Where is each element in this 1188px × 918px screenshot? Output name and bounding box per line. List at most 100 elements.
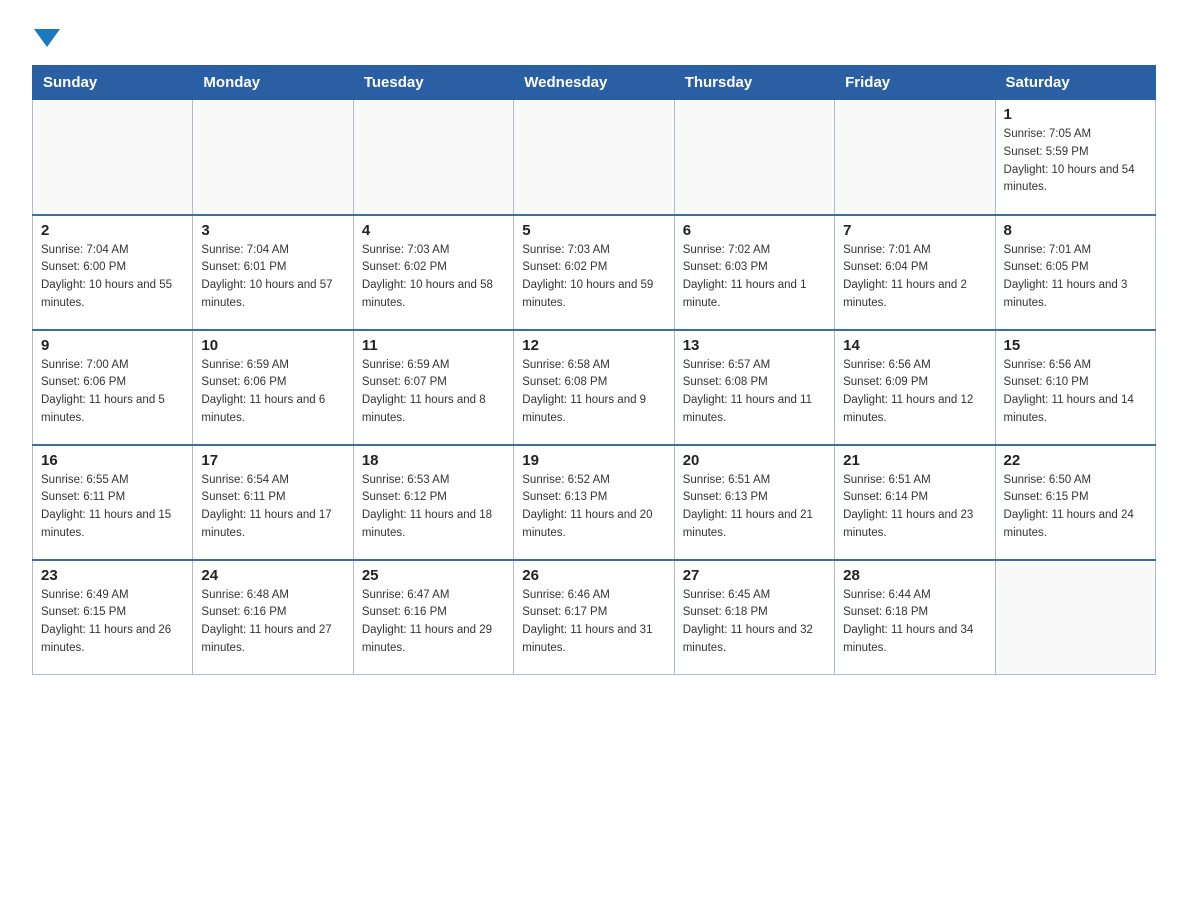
day-number: 27	[683, 567, 826, 584]
week-row-5: 23 Sunrise: 6:49 AMSunset: 6:15 PMDayligh…	[33, 560, 1156, 675]
calendar-cell: 25Sunrise: 6:47 AMSunset: 6:16 PMDayligh…	[353, 560, 513, 675]
day-info: Sunrise: 7:04 AMSunset: 6:00 PMDaylight:…	[41, 242, 184, 313]
day-number: 5	[522, 222, 665, 239]
day-number: 25	[362, 567, 505, 584]
day-number: 9	[41, 337, 184, 354]
calendar-cell: 17 Sunrise: 6:54 AMSunset: 6:11 PMDayligh…	[193, 445, 353, 560]
calendar-cell	[514, 100, 674, 215]
day-number: 4	[362, 222, 505, 239]
day-number: 3	[201, 222, 344, 239]
calendar-cell: 5 Sunrise: 7:03 AMSunset: 6:02 PMDaylight…	[514, 215, 674, 330]
day-info: Sunrise: 7:05 AMSunset: 5:59 PMDaylight:…	[1004, 126, 1147, 197]
calendar-cell: 21 Sunrise: 6:51 AMSunset: 6:14 PMDayligh…	[835, 445, 995, 560]
day-number: 2	[41, 222, 184, 239]
day-number: 7	[843, 222, 986, 239]
calendar-cell: 20Sunrise: 6:51 AMSunset: 6:13 PMDayligh…	[674, 445, 834, 560]
calendar-cell: 26 Sunrise: 6:46 AMSunset: 6:17 PMDayligh…	[514, 560, 674, 675]
calendar-cell: 8 Sunrise: 7:01 AMSunset: 6:05 PMDaylight…	[995, 215, 1155, 330]
day-info: Sunrise: 7:02 AMSunset: 6:03 PMDaylight:…	[683, 242, 826, 313]
calendar-table: SundayMondayTuesdayWednesdayThursdayFrid…	[32, 65, 1156, 675]
week-row-2: 2 Sunrise: 7:04 AMSunset: 6:00 PMDaylight…	[33, 215, 1156, 330]
calendar-cell: 14 Sunrise: 6:56 AMSunset: 6:09 PMDayligh…	[835, 330, 995, 445]
day-number: 20	[683, 452, 826, 469]
day-info: Sunrise: 6:59 AMSunset: 6:07 PMDaylight:…	[362, 357, 505, 428]
calendar-cell: 7 Sunrise: 7:01 AMSunset: 6:04 PMDaylight…	[835, 215, 995, 330]
weekday-header-sunday: Sunday	[33, 66, 193, 100]
calendar-cell	[193, 100, 353, 215]
day-number: 18	[362, 452, 505, 469]
day-info: Sunrise: 7:01 AMSunset: 6:05 PMDaylight:…	[1004, 242, 1147, 313]
day-number: 26	[522, 567, 665, 584]
day-info: Sunrise: 6:48 AMSunset: 6:16 PMDaylight:…	[201, 587, 344, 658]
day-number: 21	[843, 452, 986, 469]
day-info: Sunrise: 6:59 AMSunset: 6:06 PMDaylight:…	[201, 357, 344, 428]
week-row-1: 1 Sunrise: 7:05 AMSunset: 5:59 PMDaylight…	[33, 100, 1156, 215]
day-info: Sunrise: 6:55 AMSunset: 6:11 PMDaylight:…	[41, 472, 184, 543]
calendar-cell	[995, 560, 1155, 675]
day-info: Sunrise: 7:03 AMSunset: 6:02 PMDaylight:…	[522, 242, 665, 313]
calendar-cell: 4 Sunrise: 7:03 AMSunset: 6:02 PMDaylight…	[353, 215, 513, 330]
day-number: 14	[843, 337, 986, 354]
weekday-header-wednesday: Wednesday	[514, 66, 674, 100]
weekday-header-thursday: Thursday	[674, 66, 834, 100]
day-info: Sunrise: 6:56 AMSunset: 6:10 PMDaylight:…	[1004, 357, 1147, 428]
day-number: 19	[522, 452, 665, 469]
logo-arrow-icon	[34, 29, 60, 47]
day-number: 17	[201, 452, 344, 469]
weekday-header-friday: Friday	[835, 66, 995, 100]
weekday-header-monday: Monday	[193, 66, 353, 100]
day-info: Sunrise: 6:58 AMSunset: 6:08 PMDaylight:…	[522, 357, 665, 428]
day-info: Sunrise: 6:53 AMSunset: 6:12 PMDaylight:…	[362, 472, 505, 543]
calendar-cell: 23 Sunrise: 6:49 AMSunset: 6:15 PMDayligh…	[33, 560, 193, 675]
logo	[32, 24, 60, 47]
day-info: Sunrise: 6:56 AMSunset: 6:09 PMDaylight:…	[843, 357, 986, 428]
calendar-cell: 9 Sunrise: 7:00 AMSunset: 6:06 PMDaylight…	[33, 330, 193, 445]
calendar-cell: 13Sunrise: 6:57 AMSunset: 6:08 PMDayligh…	[674, 330, 834, 445]
day-number: 16	[41, 452, 184, 469]
day-info: Sunrise: 6:45 AMSunset: 6:18 PMDaylight:…	[683, 587, 826, 658]
weekday-header-saturday: Saturday	[995, 66, 1155, 100]
weekday-header-row: SundayMondayTuesdayWednesdayThursdayFrid…	[33, 66, 1156, 100]
day-number: 28	[843, 567, 986, 584]
day-number: 6	[683, 222, 826, 239]
day-number: 13	[683, 337, 826, 354]
day-number: 10	[201, 337, 344, 354]
calendar-cell: 24 Sunrise: 6:48 AMSunset: 6:16 PMDayligh…	[193, 560, 353, 675]
calendar-cell: 18 Sunrise: 6:53 AMSunset: 6:12 PMDayligh…	[353, 445, 513, 560]
day-info: Sunrise: 7:01 AMSunset: 6:04 PMDaylight:…	[843, 242, 986, 313]
day-info: Sunrise: 6:49 AMSunset: 6:15 PMDaylight:…	[41, 587, 184, 658]
day-number: 23	[41, 567, 184, 584]
day-info: Sunrise: 6:52 AMSunset: 6:13 PMDaylight:…	[522, 472, 665, 543]
day-info: Sunrise: 6:50 AMSunset: 6:15 PMDaylight:…	[1004, 472, 1147, 543]
calendar-cell: 22 Sunrise: 6:50 AMSunset: 6:15 PMDayligh…	[995, 445, 1155, 560]
day-number: 24	[201, 567, 344, 584]
week-row-4: 16 Sunrise: 6:55 AMSunset: 6:11 PMDayligh…	[33, 445, 1156, 560]
weekday-header-tuesday: Tuesday	[353, 66, 513, 100]
day-number: 11	[362, 337, 505, 354]
calendar-cell: 11 Sunrise: 6:59 AMSunset: 6:07 PMDayligh…	[353, 330, 513, 445]
day-number: 12	[522, 337, 665, 354]
day-info: Sunrise: 7:03 AMSunset: 6:02 PMDaylight:…	[362, 242, 505, 313]
page-header	[32, 24, 1156, 47]
calendar-cell: 12 Sunrise: 6:58 AMSunset: 6:08 PMDayligh…	[514, 330, 674, 445]
calendar-cell: 1 Sunrise: 7:05 AMSunset: 5:59 PMDaylight…	[995, 100, 1155, 215]
calendar-cell: 27 Sunrise: 6:45 AMSunset: 6:18 PMDayligh…	[674, 560, 834, 675]
day-number: 22	[1004, 452, 1147, 469]
day-number: 8	[1004, 222, 1147, 239]
calendar-cell: 28Sunrise: 6:44 AMSunset: 6:18 PMDayligh…	[835, 560, 995, 675]
day-info: Sunrise: 6:46 AMSunset: 6:17 PMDaylight:…	[522, 587, 665, 658]
day-info: Sunrise: 6:51 AMSunset: 6:14 PMDaylight:…	[843, 472, 986, 543]
day-info: Sunrise: 6:54 AMSunset: 6:11 PMDaylight:…	[201, 472, 344, 543]
calendar-cell	[674, 100, 834, 215]
calendar-cell	[353, 100, 513, 215]
calendar-cell: 3Sunrise: 7:04 AMSunset: 6:01 PMDaylight…	[193, 215, 353, 330]
day-number: 1	[1004, 106, 1147, 123]
calendar-cell: 6 Sunrise: 7:02 AMSunset: 6:03 PMDaylight…	[674, 215, 834, 330]
calendar-cell: 16 Sunrise: 6:55 AMSunset: 6:11 PMDayligh…	[33, 445, 193, 560]
calendar-cell	[835, 100, 995, 215]
week-row-3: 9 Sunrise: 7:00 AMSunset: 6:06 PMDaylight…	[33, 330, 1156, 445]
calendar-cell	[33, 100, 193, 215]
calendar-cell: 2 Sunrise: 7:04 AMSunset: 6:00 PMDaylight…	[33, 215, 193, 330]
day-info: Sunrise: 7:00 AMSunset: 6:06 PMDaylight:…	[41, 357, 184, 428]
day-number: 15	[1004, 337, 1147, 354]
